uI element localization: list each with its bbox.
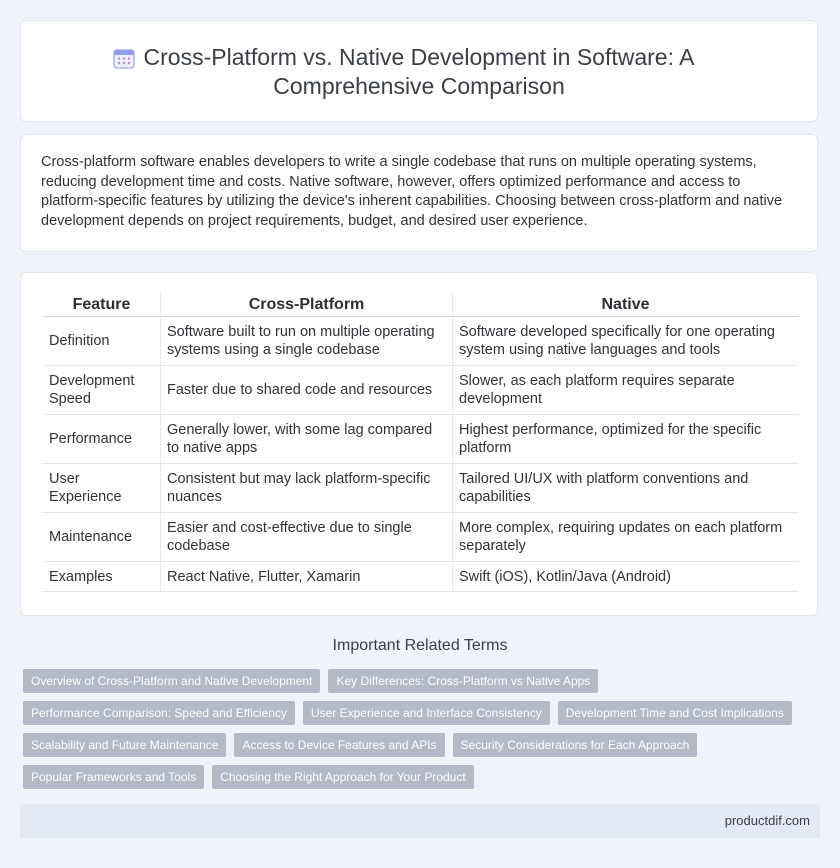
- header-feature: Feature: [43, 293, 160, 317]
- related-term-tag[interactable]: Overview of Cross-Platform and Native De…: [23, 669, 321, 693]
- related-term-tag[interactable]: Security Considerations for Each Approac…: [452, 733, 698, 757]
- page-title: Cross-Platform vs. Native Development in…: [143, 44, 695, 99]
- row-native: Swift (iOS), Kotlin/Java (Android): [452, 562, 798, 592]
- row-cross-platform: React Native, Flutter, Xamarin: [160, 562, 452, 592]
- row-cross-platform: Consistent but may lack platform-specifi…: [160, 464, 452, 513]
- row-feature: Examples: [43, 562, 160, 592]
- related-term-tag[interactable]: Popular Frameworks and Tools: [23, 765, 205, 789]
- row-cross-platform: Faster due to shared code and resources: [160, 366, 452, 415]
- related-term-tag[interactable]: Choosing the Right Approach for Your Pro…: [212, 765, 474, 789]
- table-row: Examples React Native, Flutter, Xamarin …: [43, 562, 798, 592]
- row-feature: Development Speed: [43, 366, 160, 415]
- table-row: Maintenance Easier and cost-effective du…: [43, 513, 798, 562]
- related-term-tag[interactable]: User Experience and Interface Consistenc…: [302, 701, 550, 725]
- row-native: Tailored UI/UX with platform conventions…: [452, 464, 798, 513]
- table-row: Definition Software built to run on mult…: [43, 317, 798, 366]
- row-feature: User Experience: [43, 464, 160, 513]
- title-card: Cross-Platform vs. Native Development in…: [20, 20, 818, 122]
- row-native: Software developed specifically for one …: [452, 317, 798, 366]
- row-native: Highest performance, optimized for the s…: [452, 415, 798, 464]
- row-native: Slower, as each platform requires separa…: [452, 366, 798, 415]
- row-cross-platform: Easier and cost-effective due to single …: [160, 513, 452, 562]
- related-term-tag[interactable]: Performance Comparison: Speed and Effici…: [23, 701, 295, 725]
- row-feature: Maintenance: [43, 513, 160, 562]
- related-term-tag[interactable]: Development Time and Cost Implications: [557, 701, 792, 725]
- table-row: User Experience Consistent but may lack …: [43, 464, 798, 513]
- row-cross-platform: Software built to run on multiple operat…: [160, 317, 452, 366]
- footer-site-link[interactable]: productdif.com: [725, 813, 810, 828]
- table-header-row: Feature Cross-Platform Native: [43, 293, 798, 317]
- row-cross-platform: Generally lower, with some lag compared …: [160, 415, 452, 464]
- related-term-tag[interactable]: Scalability and Future Maintenance: [23, 733, 227, 757]
- header-cross-platform: Cross-Platform: [160, 293, 452, 317]
- related-terms-heading: Important Related Terms: [332, 637, 508, 654]
- header-native: Native: [452, 293, 798, 317]
- row-native: More complex, requiring updates on each …: [452, 513, 798, 562]
- related-term-tag[interactable]: Access to Device Features and APIs: [234, 733, 445, 757]
- related-terms-list: Overview of Cross-Platform and Native De…: [23, 669, 813, 797]
- row-feature: Performance: [43, 415, 160, 464]
- intro-paragraph: Cross-platform software enables develope…: [41, 154, 783, 229]
- footer-bar: productdif.com: [20, 804, 820, 838]
- table-row: Development Speed Faster due to shared c…: [43, 366, 798, 415]
- related-term-tag[interactable]: Key Differences: Cross-Platform vs Nativ…: [328, 669, 599, 693]
- intro-card: Cross-platform software enables develope…: [20, 134, 818, 252]
- table-row: Performance Generally lower, with some l…: [43, 415, 798, 464]
- comparison-table: Feature Cross-Platform Native Definition…: [43, 293, 798, 592]
- row-feature: Definition: [43, 317, 160, 366]
- comparison-table-card: Feature Cross-Platform Native Definition…: [20, 272, 818, 616]
